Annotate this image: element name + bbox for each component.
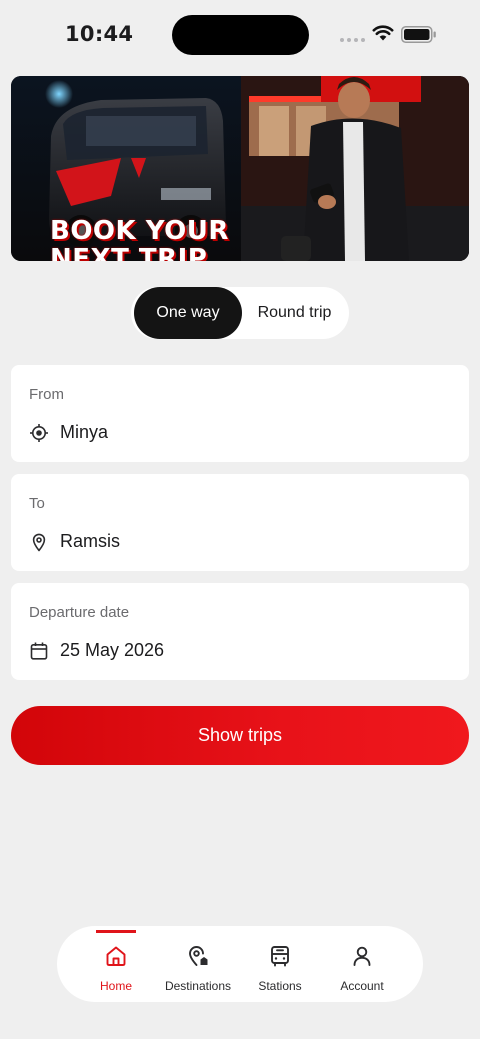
round-trip-option[interactable]: Round trip	[242, 287, 347, 339]
from-label: From	[29, 386, 64, 403]
nav-label-home: Home	[99, 979, 132, 993]
active-tab-indicator	[96, 930, 136, 933]
nav-item-account[interactable]: Account	[321, 926, 403, 1002]
nav-item-destinations[interactable]: Destinations	[157, 926, 239, 1002]
calendar-icon	[29, 641, 49, 661]
home-icon	[104, 944, 128, 968]
nav-label-account: Account	[340, 979, 384, 993]
to-field[interactable]: To Ramsis	[11, 474, 469, 571]
promo-banner[interactable]: BOOK YOUR NEXT TRIP	[11, 76, 469, 261]
show-trips-button[interactable]: Show trips	[11, 706, 469, 765]
dynamic-island	[172, 15, 309, 55]
user-icon	[350, 944, 374, 968]
from-value: Minya	[60, 422, 109, 442]
status-time: 10:44	[65, 22, 134, 46]
wifi-icon	[372, 25, 394, 41]
battery-icon	[401, 26, 436, 43]
bus-icon	[268, 944, 292, 968]
banner-headline: BOOK YOUR NEXT TRIP	[50, 216, 229, 261]
departure-date-field[interactable]: Departure date 25 May 2026	[11, 583, 469, 680]
bottom-navigation: Home Destinations Stations Account	[57, 926, 423, 1002]
trip-type-toggle[interactable]: One way Round trip	[131, 287, 349, 339]
map-pin-icon	[29, 532, 49, 552]
one-way-option[interactable]: One way	[134, 287, 242, 339]
nav-item-home[interactable]: Home	[75, 926, 157, 1002]
to-label: To	[29, 495, 45, 512]
departure-value: 25 May 2026	[60, 640, 165, 660]
from-field[interactable]: From Minya	[11, 365, 469, 462]
status-bar: 10:44	[0, 0, 480, 70]
location-target-icon	[29, 423, 49, 443]
signal-icon	[340, 38, 365, 42]
nav-label-destinations: Destinations	[164, 979, 232, 993]
to-value: Ramsis	[60, 531, 121, 551]
nav-item-stations[interactable]: Stations	[239, 926, 321, 1002]
nav-label-stations: Stations	[258, 979, 302, 993]
destination-pin-icon	[186, 944, 210, 968]
departure-label: Departure date	[29, 604, 130, 621]
